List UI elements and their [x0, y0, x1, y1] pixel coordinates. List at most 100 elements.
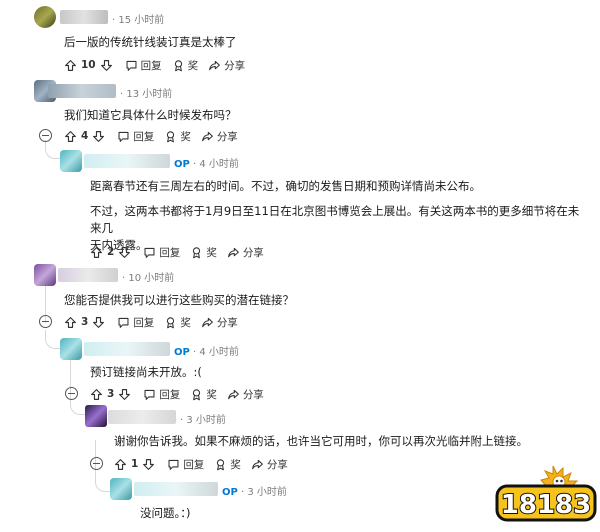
comment-actions: 4 回复 奖 分享	[64, 127, 248, 145]
vote-control: 3	[64, 316, 105, 329]
collapse-thread-button[interactable]	[39, 315, 52, 328]
username[interactable]	[48, 84, 116, 98]
share-button[interactable]: 分享	[251, 457, 288, 472]
username[interactable]	[60, 10, 108, 24]
upvote-icon[interactable]	[114, 458, 127, 471]
share-icon	[251, 458, 264, 471]
reply-button[interactable]: 回复	[125, 58, 162, 73]
upvote-icon[interactable]	[64, 59, 77, 72]
share-icon	[208, 59, 221, 72]
comment-actions: 3 回复 奖 分享	[64, 313, 248, 331]
vote-count: 1	[131, 458, 139, 470]
comment-body: 谢谢你告诉我。如果不麻烦的话，也许当它可用时，你可以再次光临并附上链接。	[114, 434, 528, 448]
downvote-icon[interactable]	[118, 388, 131, 401]
award-button[interactable]: 奖	[214, 457, 241, 472]
vote-control: 2	[90, 246, 131, 259]
vote-control: 4	[64, 130, 105, 143]
comment-timestamp: 15 小时前	[118, 15, 165, 26]
award-button[interactable]: 奖	[172, 58, 198, 73]
upvote-icon[interactable]	[64, 130, 77, 143]
vote-count: 2	[107, 246, 115, 258]
avatar[interactable]	[34, 264, 56, 286]
share-button[interactable]: 分享	[227, 245, 264, 260]
thread-elbow	[45, 330, 60, 349]
reply-icon	[143, 246, 156, 259]
collapse-thread-button[interactable]	[39, 129, 52, 142]
reply-icon	[125, 59, 138, 72]
comment-body: 没问题。：)	[140, 506, 191, 520]
reply-button[interactable]: 回复	[117, 315, 154, 330]
share-button[interactable]: 分享	[201, 315, 238, 330]
comment-timestamp: 10 小时前	[128, 273, 175, 284]
avatar[interactable]	[110, 478, 132, 500]
award-icon	[214, 458, 227, 471]
vote-count: 3	[81, 316, 89, 328]
award-icon	[190, 388, 203, 401]
share-button[interactable]: 分享	[208, 58, 245, 73]
share-button[interactable]: 分享	[227, 387, 264, 402]
downvote-icon[interactable]	[142, 458, 155, 471]
thread-elbow	[95, 475, 110, 492]
watermark-text: 18183	[501, 490, 591, 520]
vote-control: 1	[114, 458, 155, 471]
reply-button[interactable]: 回复	[167, 457, 204, 472]
downvote-icon[interactable]	[100, 59, 113, 72]
vote-count: 10	[81, 59, 96, 71]
downvote-icon[interactable]	[92, 316, 105, 329]
avatar[interactable]	[85, 405, 107, 427]
reply-button[interactable]: 回复	[143, 387, 180, 402]
collapse-thread-button[interactable]	[65, 387, 78, 400]
vote-count: 4	[81, 130, 89, 142]
comment-timestamp: 13 小时前	[126, 89, 173, 100]
award-icon	[164, 130, 177, 143]
username[interactable]	[58, 268, 118, 282]
comment-actions: 10 回复 奖 分享	[64, 56, 255, 74]
comment-body-paragraph-1: 距离春节还有三周左右的时间。不过，确切的发售日期和预购详情尚未公布。	[90, 179, 481, 193]
separator-dot: ·	[189, 347, 200, 358]
username[interactable]	[108, 410, 176, 424]
downvote-icon[interactable]	[92, 130, 105, 143]
avatar[interactable]	[60, 150, 82, 172]
share-icon	[227, 388, 240, 401]
award-button[interactable]: 奖	[164, 315, 191, 330]
avatar[interactable]	[60, 338, 82, 360]
reply-button[interactable]: 回复	[143, 245, 180, 260]
collapse-thread-button[interactable]	[90, 457, 103, 470]
comment-actions: 2 回复 奖 分享	[90, 243, 274, 261]
downvote-icon[interactable]	[118, 246, 131, 259]
username[interactable]	[134, 482, 218, 496]
thread-elbow	[45, 140, 60, 159]
share-icon	[227, 246, 240, 259]
comment-body: 我们知道它具体什么时候发布吗？	[64, 108, 237, 122]
op-badge: OP	[174, 347, 190, 358]
award-button[interactable]: 奖	[164, 129, 191, 144]
username[interactable]	[84, 342, 170, 356]
upvote-icon[interactable]	[90, 246, 103, 259]
award-icon	[190, 246, 203, 259]
upvote-icon[interactable]	[64, 316, 77, 329]
award-button[interactable]: 奖	[190, 245, 217, 260]
share-button[interactable]: 分享	[201, 129, 238, 144]
upvote-icon[interactable]	[90, 388, 103, 401]
vote-control: 10	[64, 59, 113, 72]
award-icon	[164, 316, 177, 329]
comment-actions: 1 回复 奖 分享	[114, 455, 298, 473]
watermark-graphic: 18183	[495, 465, 597, 522]
watermark-logo: 18183	[493, 458, 598, 528]
share-icon	[201, 130, 214, 143]
separator-dot: ·	[189, 159, 200, 170]
reply-icon	[167, 458, 180, 471]
comment-actions: 3 回复 奖 分享	[90, 385, 274, 403]
comment-body: 后一版的传统针线装订真是太棒了	[64, 35, 237, 49]
share-icon	[201, 316, 214, 329]
avatar[interactable]	[34, 6, 56, 28]
reply-icon	[117, 130, 130, 143]
comment-timestamp: 4 小时前	[199, 347, 239, 358]
reply-icon	[117, 316, 130, 329]
comment-timestamp: 4 小时前	[199, 159, 239, 170]
reply-icon	[143, 388, 156, 401]
op-badge: OP	[174, 159, 190, 170]
award-button[interactable]: 奖	[190, 387, 217, 402]
username[interactable]	[84, 154, 170, 168]
reply-button[interactable]: 回复	[117, 129, 154, 144]
